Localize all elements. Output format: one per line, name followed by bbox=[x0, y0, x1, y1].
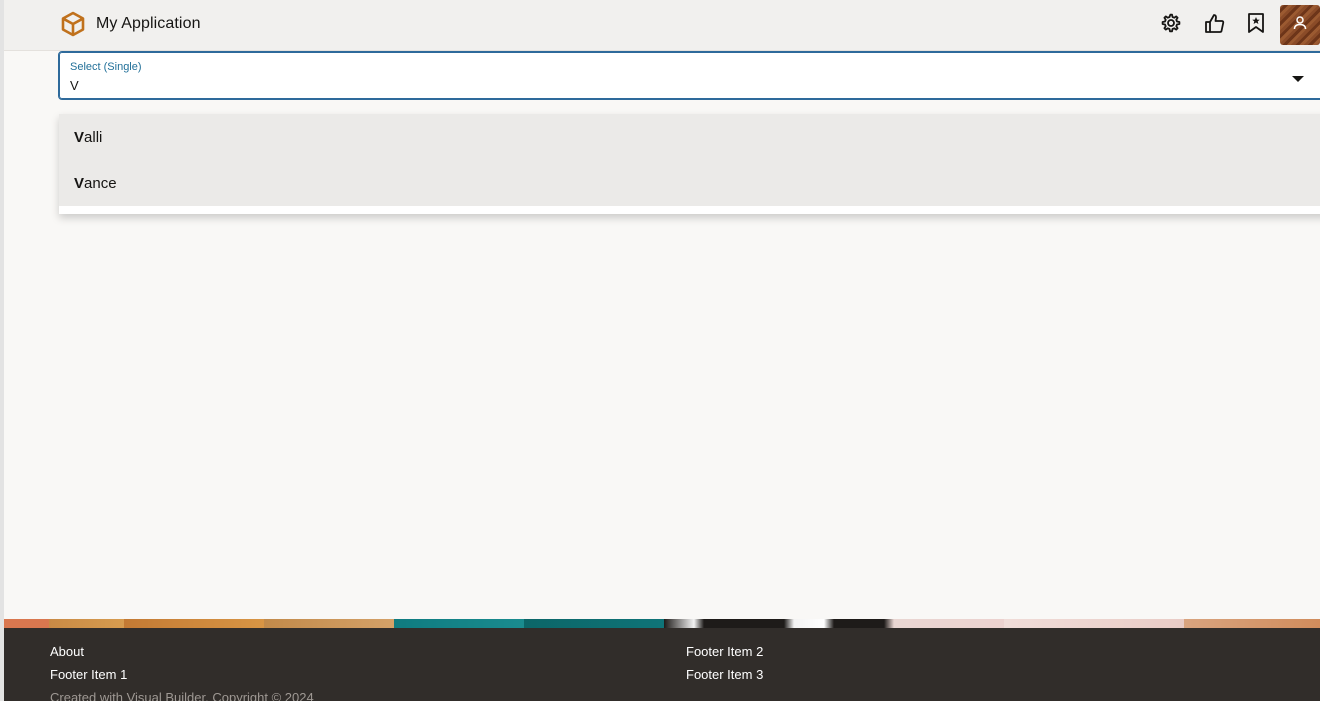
option-match-text: V bbox=[74, 128, 85, 146]
footer-link-item-1[interactable]: Footer Item 1 bbox=[50, 667, 127, 682]
user-icon bbox=[1292, 15, 1308, 36]
user-avatar-button[interactable] bbox=[1280, 5, 1320, 45]
bookmark-button[interactable] bbox=[1242, 11, 1270, 39]
dropdown-listbox: Valli Vance bbox=[59, 114, 1320, 214]
option-match-text: V bbox=[74, 174, 85, 192]
like-button[interactable] bbox=[1200, 11, 1228, 39]
footer-link-item-3[interactable]: Footer Item 3 bbox=[686, 667, 763, 682]
footer-link-item-2[interactable]: Footer Item 2 bbox=[686, 644, 763, 659]
select-label: Select (Single) bbox=[70, 61, 142, 73]
option-rest-text: alli bbox=[84, 128, 103, 146]
option-vance[interactable]: Vance bbox=[59, 160, 1320, 206]
footer-copyright: Created with Visual Builder. Copyright ©… bbox=[50, 690, 314, 701]
settings-button[interactable] bbox=[1157, 11, 1185, 39]
option-rest-text: ance bbox=[84, 174, 117, 192]
gear-icon bbox=[1160, 12, 1182, 39]
cube-logo-icon bbox=[60, 11, 86, 37]
bookmark-icon bbox=[1246, 12, 1266, 39]
dropdown-arrow-icon[interactable] bbox=[1291, 71, 1305, 82]
app-title: My Application bbox=[96, 15, 201, 32]
select-single-field[interactable]: Select (Single) V bbox=[58, 51, 1320, 100]
thumbs-up-icon bbox=[1203, 12, 1225, 39]
footer-link-about[interactable]: About bbox=[50, 644, 84, 659]
app-footer: About Footer Item 1 Footer Item 2 Footer… bbox=[4, 628, 1320, 701]
option-valli[interactable]: Valli bbox=[59, 114, 1320, 160]
app-frame: My Application Select (Single) V V alli … bbox=[4, 0, 1320, 701]
select-input-value[interactable]: V bbox=[70, 78, 79, 93]
decorative-band bbox=[4, 619, 1320, 628]
app-header: My Application bbox=[4, 0, 1320, 51]
